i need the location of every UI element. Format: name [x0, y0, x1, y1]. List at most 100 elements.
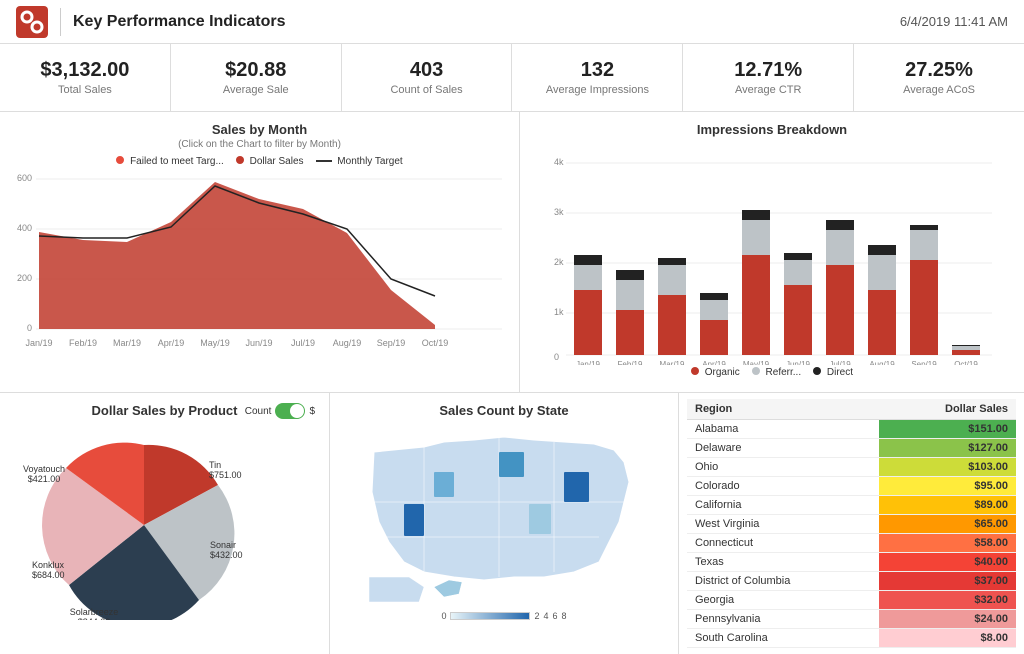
organic-dot-icon [691, 367, 699, 375]
svg-text:Feb/19: Feb/19 [618, 360, 643, 365]
table-panel: Region Dollar Sales Alabama $151.00 Dela… [679, 393, 1024, 654]
dollar-sales-legend-item: Dollar Sales [236, 156, 304, 167]
sales-legend: Failed to meet Targ... Dollar Sales Mont… [14, 156, 505, 167]
value-cell: $89.00 [879, 496, 1016, 515]
svg-text:Aug/19: Aug/19 [333, 338, 362, 348]
value-cell: $40.00 [879, 553, 1016, 572]
impressions-legend: Organic Referr... Direct [534, 367, 1010, 378]
svg-text:$421.00: $421.00 [28, 474, 61, 484]
svg-text:Sep/19: Sep/19 [911, 360, 937, 365]
svg-text:Oct/19: Oct/19 [422, 338, 449, 348]
svg-text:May/19: May/19 [200, 338, 230, 348]
region-cell: Pennsylvania [687, 610, 879, 629]
header-datetime: 6/4/2019 11:41 AM [900, 14, 1008, 29]
toggle-count-label: Count [245, 406, 272, 417]
table-row: South Carolina $8.00 [687, 629, 1016, 648]
pie-chart[interactable]: Tin $751.00 Sonair $432.00 Solarbreeze $… [14, 420, 314, 620]
region-table: Region Dollar Sales Alabama $151.00 Dela… [687, 399, 1016, 648]
map-panel: Sales Count by State [330, 393, 679, 654]
failed-dot-icon [116, 156, 124, 164]
main-content: Sales by Month (Click on the Chart to fi… [0, 112, 1024, 636]
value-cell: $95.00 [879, 477, 1016, 496]
value-cell: $151.00 [879, 420, 1016, 439]
svg-text:Feb/19: Feb/19 [69, 338, 97, 348]
kpi-value-2: 403 [410, 59, 443, 82]
count-dollar-toggle[interactable]: Count $ [245, 403, 315, 419]
toggle-switch[interactable] [275, 403, 305, 419]
region-cell: Alabama [687, 420, 879, 439]
svg-text:4k: 4k [554, 157, 564, 167]
target-legend-item: Monthly Target [316, 156, 403, 167]
svg-text:0: 0 [554, 352, 559, 362]
svg-text:Aug/19: Aug/19 [869, 360, 895, 365]
table-row: Colorado $95.00 [687, 477, 1016, 496]
scale-min: 0 [441, 611, 446, 621]
referral-dot-icon [752, 367, 760, 375]
region-cell: South Carolina [687, 629, 879, 648]
svg-text:$432.00: $432.00 [210, 550, 243, 560]
svg-text:Sonair: Sonair [210, 540, 236, 550]
region-cell: California [687, 496, 879, 515]
toggle-dollar-label: $ [309, 406, 315, 417]
kpi-item-4: 12.71%Average CTR [683, 44, 854, 111]
svg-text:$684.00: $684.00 [32, 570, 65, 580]
kpi-label-2: Count of Sales [390, 84, 462, 96]
table-row: Texas $40.00 [687, 553, 1016, 572]
svg-text:Jan/19: Jan/19 [25, 338, 52, 348]
table-row: Ohio $103.00 [687, 458, 1016, 477]
svg-text:2k: 2k [554, 257, 564, 267]
header: Key Performance Indicators 6/4/2019 11:4… [0, 0, 1024, 44]
svg-text:Konklux: Konklux [32, 560, 65, 570]
kpi-label-3: Average Impressions [546, 84, 649, 96]
svg-text:$844.00: $844.00 [78, 617, 111, 620]
value-cell: $127.00 [879, 439, 1016, 458]
scale-max: 8 [562, 611, 567, 621]
kpi-item-3: 132 Average Impressions [512, 44, 683, 111]
table-row: Delaware $127.00 [687, 439, 1016, 458]
svg-text:Oct/19: Oct/19 [954, 360, 978, 365]
impressions-title: Impressions Breakdown [534, 122, 1010, 137]
us-map[interactable] [344, 422, 664, 607]
table-row: District of Columbia $37.00 [687, 572, 1016, 591]
scale-gradient-icon [450, 612, 530, 620]
map-title: Sales Count by State [344, 403, 664, 418]
kpi-item-1: $20.88Average Sale [171, 44, 342, 111]
failed-legend-label: Failed to meet Targ... [130, 156, 224, 167]
row-charts-bottom: Dollar Sales by Product Count $ [0, 393, 1024, 654]
kpi-item-0: $3,132.00Total Sales [0, 44, 171, 111]
page-title: Key Performance Indicators [73, 13, 900, 31]
sales-month-chart[interactable]: 600 400 200 0 Jan/19 Feb/19 Mar/19 Apr/1… [14, 171, 504, 371]
kpi-value-3: 132 [581, 59, 614, 82]
table-row: California $89.00 [687, 496, 1016, 515]
table-row: Connecticut $58.00 [687, 534, 1016, 553]
sales-by-month-title: Sales by Month [14, 122, 505, 137]
region-cell: Ohio [687, 458, 879, 477]
sales-by-month-subtitle: (Click on the Chart to filter by Month) [14, 139, 505, 150]
sales-by-month-panel: Sales by Month (Click on the Chart to fi… [0, 112, 520, 392]
svg-text:Jun/19: Jun/19 [245, 338, 272, 348]
table-row: Georgia $32.00 [687, 591, 1016, 610]
svg-text:Apr/19: Apr/19 [158, 338, 185, 348]
table-row: West Virginia $65.00 [687, 515, 1016, 534]
col-dollar-sales-header: Dollar Sales [879, 399, 1016, 420]
toggle-knob [290, 404, 304, 418]
scale-mid1: 2 [534, 611, 539, 621]
header-divider [60, 8, 61, 36]
region-cell: West Virginia [687, 515, 879, 534]
region-cell: Delaware [687, 439, 879, 458]
region-cell: Texas [687, 553, 879, 572]
region-cell: Colorado [687, 477, 879, 496]
svg-text:1k: 1k [554, 307, 564, 317]
impressions-panel: Impressions Breakdown 4k 3k 2k 1k 0 [520, 112, 1024, 392]
pie-panel: Dollar Sales by Product Count $ [0, 393, 330, 654]
impressions-chart[interactable]: 4k 3k 2k 1k 0 [534, 155, 994, 365]
target-legend-label: Monthly Target [337, 156, 402, 167]
organic-legend-item: Organic [691, 367, 740, 378]
value-cell: $103.00 [879, 458, 1016, 477]
kpi-item-2: 403 Count of Sales [342, 44, 513, 111]
svg-text:Tin: Tin [209, 460, 221, 470]
region-cell: District of Columbia [687, 572, 879, 591]
organic-label: Organic [705, 367, 740, 378]
col-region-header: Region [687, 399, 879, 420]
direct-legend-item: Direct [813, 367, 853, 378]
